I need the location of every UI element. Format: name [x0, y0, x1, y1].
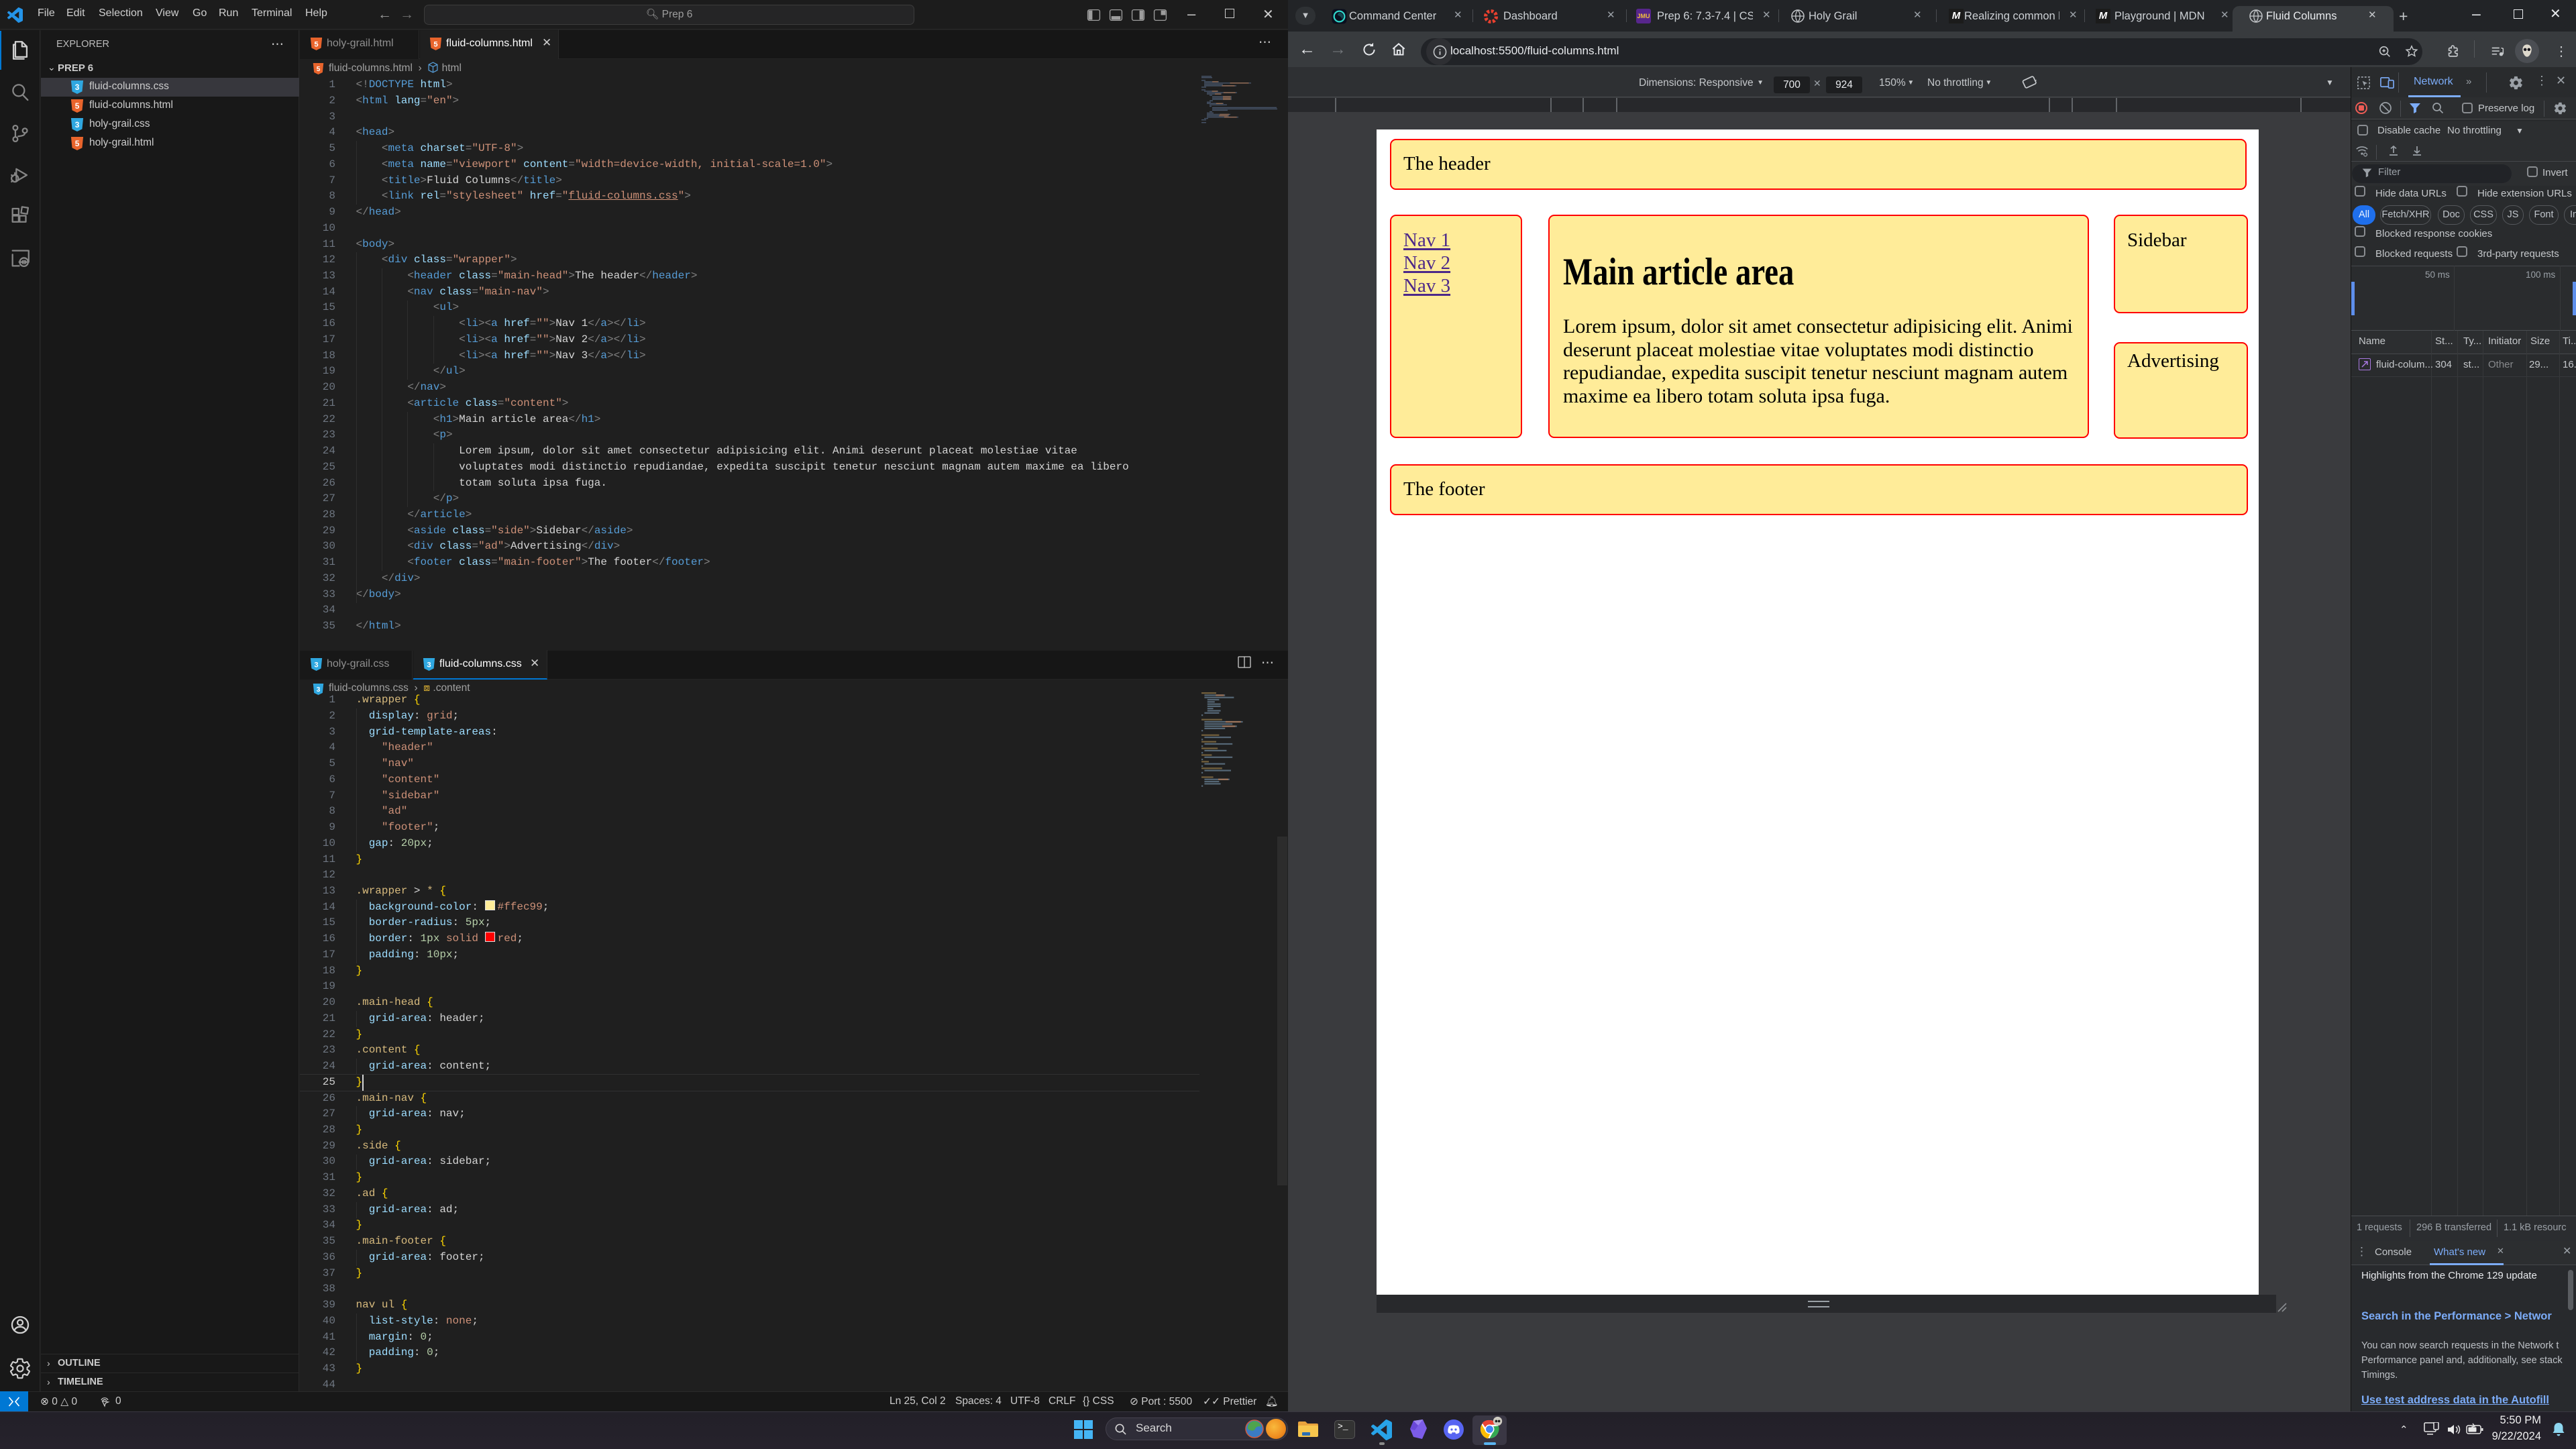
svg-text:5: 5 [75, 139, 80, 148]
svg-text:3: 3 [75, 83, 80, 92]
svg-text:3: 3 [75, 120, 80, 129]
svg-text:5: 5 [75, 101, 80, 111]
svg-text:5: 5 [317, 66, 321, 73]
svg-text:3: 3 [314, 661, 318, 669]
svg-text:5: 5 [433, 40, 437, 48]
svg-text:3: 3 [427, 661, 431, 669]
svg-text:5: 5 [314, 40, 318, 48]
